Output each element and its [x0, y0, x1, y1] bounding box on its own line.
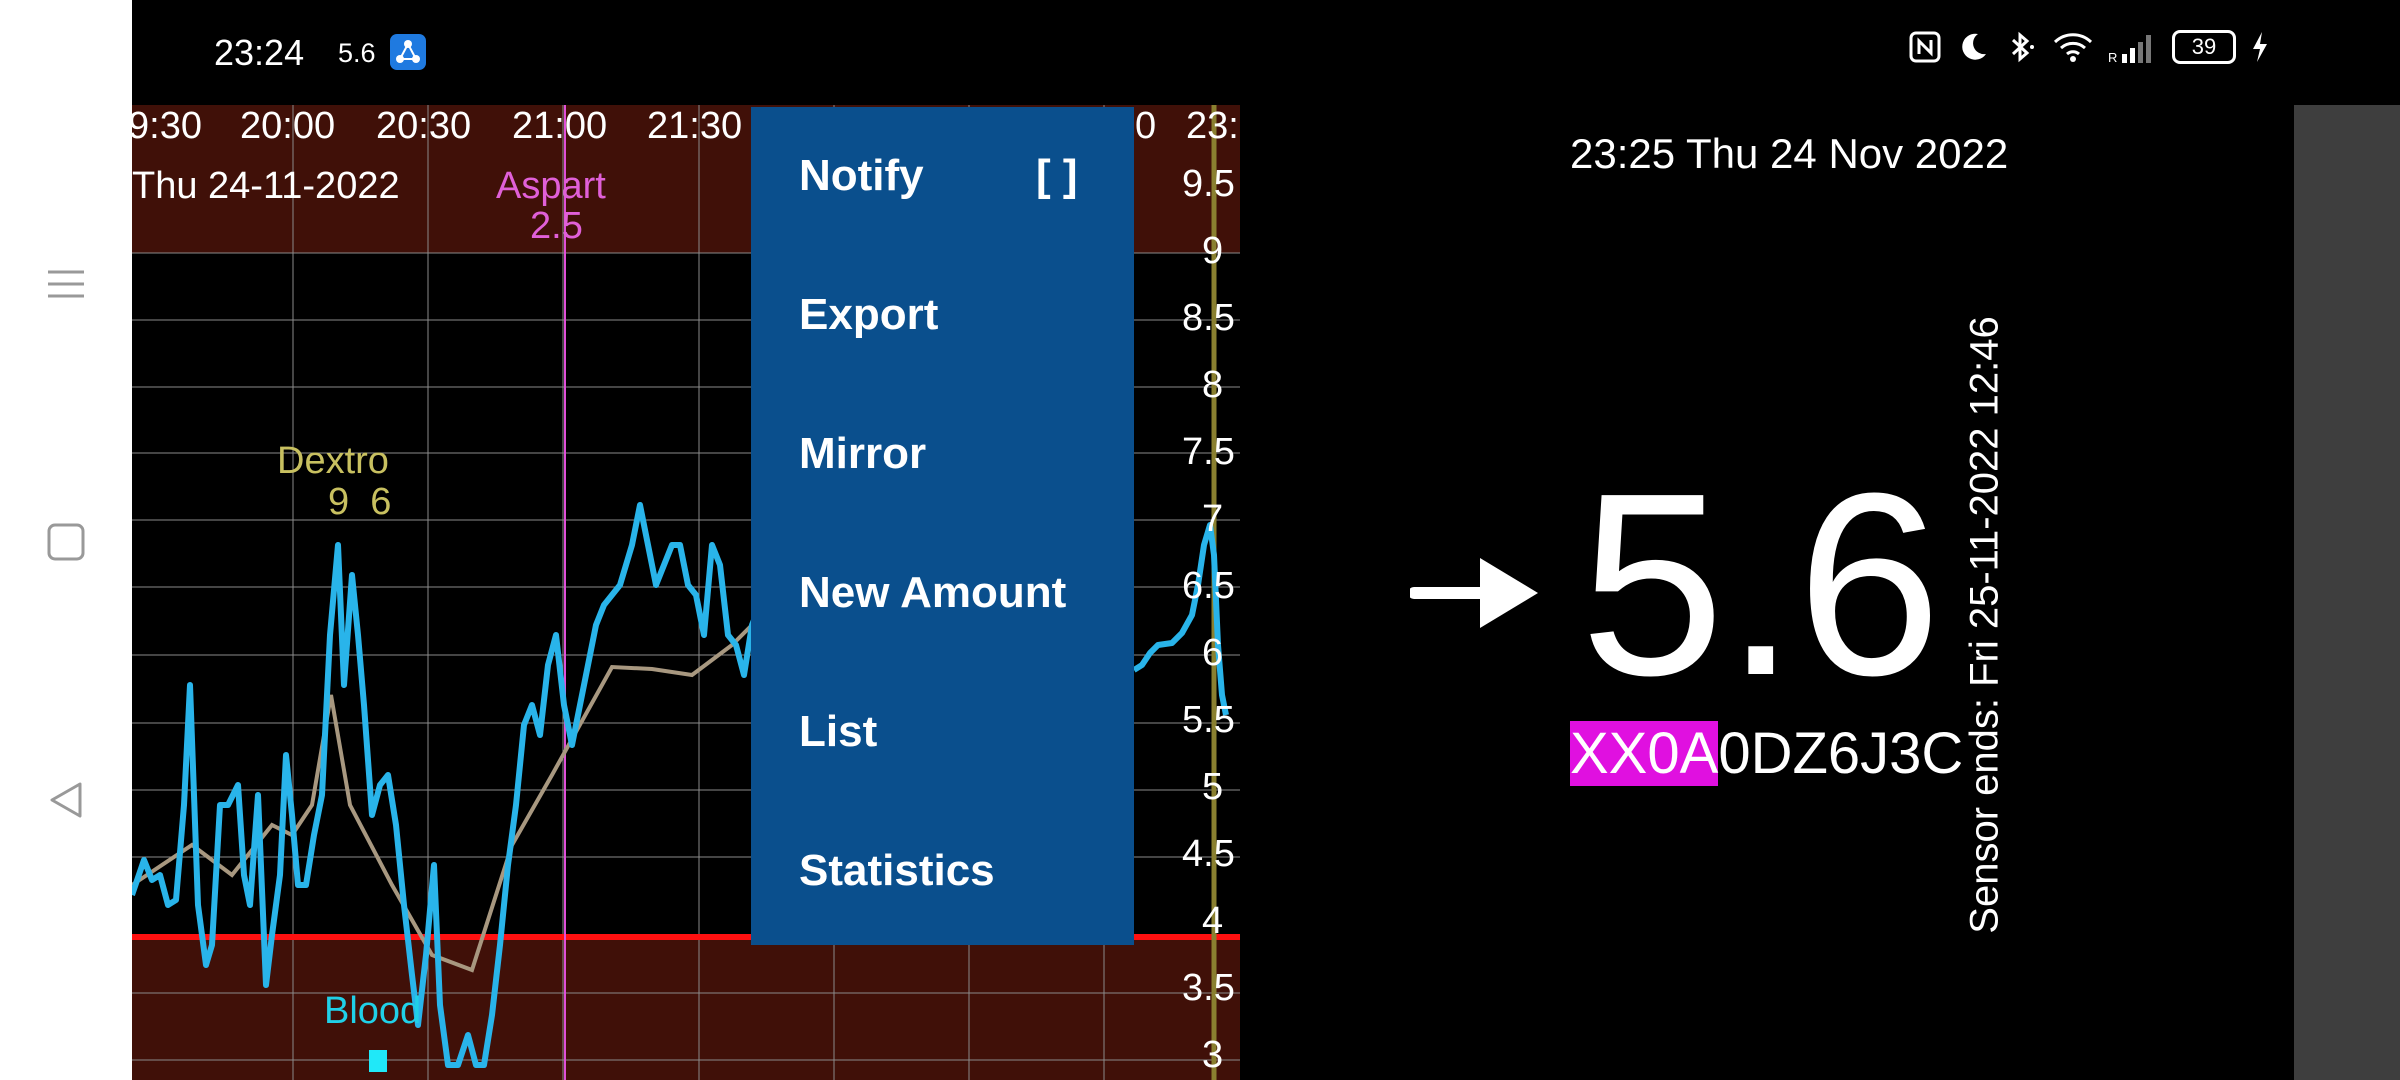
y-axis-label: 9 [1202, 230, 1224, 272]
menu-item-notify[interactable]: Notify [799, 151, 924, 201]
side-panel-bar[interactable] [2294, 105, 2400, 1080]
reading-datetime: 23:25 Thu 24 Nov 2022 [1570, 130, 2009, 177]
app-notification-icon [390, 34, 426, 70]
bluetooth-icon [2011, 31, 2034, 63]
blood-test-marker [369, 1050, 387, 1072]
signal-icon: R [2108, 35, 2151, 64]
moon-icon [1962, 33, 1986, 60]
navigation-bar [0, 0, 132, 1080]
low-range-band [132, 937, 1240, 1080]
nfc-icon [1909, 31, 1941, 63]
y-axis-label: 8 [1202, 364, 1224, 406]
home-square-icon[interactable] [40, 516, 92, 568]
sensor-serial-highlight: XX0A [1570, 721, 1719, 786]
menu-item-new-amount[interactable]: New Amount [799, 568, 1066, 618]
options-menu: Notify [ ] Export Mirror New Amount List… [751, 107, 1134, 945]
menu-item-label: List [799, 707, 878, 756]
time-label: 20:00 [240, 105, 336, 147]
time-label: 20:30 [376, 105, 472, 147]
aspart-value: 2.5 [530, 205, 583, 247]
menu-item-export[interactable]: Export [799, 290, 938, 340]
svg-text:R: R [2108, 50, 2117, 64]
time-label: 21:30 [647, 105, 743, 147]
time-label: 21:00 [512, 105, 608, 147]
sensor-ends-label: Sensor ends: Fri 25-11-2022 12:46 [1962, 316, 2007, 934]
status-bar: 23:24 5.6 R 39 [132, 0, 2400, 105]
status-icons: R 39 [1908, 30, 2270, 64]
dextro-values: 9 6 [328, 481, 392, 523]
graph-date-label: Thu 24-11-2022 [132, 165, 400, 207]
glucose-value: 5.6 [1580, 440, 1942, 730]
y-axis-label: 7 [1202, 498, 1224, 540]
y-axis-label: 5.5 [1182, 699, 1235, 741]
y-axis-label: 6 [1202, 632, 1224, 674]
menu-item-statistics[interactable]: Statistics [799, 846, 995, 896]
menu-icon[interactable] [40, 258, 92, 310]
menu-item-label: Notify [799, 151, 924, 200]
menu-item-label: New Amount [799, 568, 1067, 617]
blood-label: Blood [324, 990, 422, 1032]
sensor-serial: XX0A0DZ6J3C [1570, 720, 1963, 787]
back-triangle-icon[interactable] [40, 774, 92, 826]
y-axis-label: 3.5 [1182, 967, 1235, 1009]
menu-item-mirror[interactable]: Mirror [799, 429, 926, 479]
y-axis-label: 5 [1202, 766, 1224, 808]
status-time: 23:24 [214, 32, 305, 73]
current-reading-panel: 23:25 Thu 24 Nov 2022 5.6 XX0A0DZ6J3C [1240, 105, 2294, 1080]
charging-icon [2253, 32, 2267, 62]
y-axis-label: 6.5 [1182, 565, 1235, 607]
notify-checkbox[interactable]: [ ] [1036, 151, 1078, 201]
y-axis-label: 7.5 [1182, 431, 1235, 473]
y-axis-label: 8.5 [1182, 297, 1235, 339]
dextro-label: Dextro [277, 440, 389, 482]
time-label: 9:30 [132, 105, 202, 147]
status-glucose-indicator: 5.6 [338, 38, 376, 68]
aspart-label: Aspart [496, 165, 606, 207]
y-axis-label: 3 [1202, 1034, 1224, 1076]
trend-arrow-right-icon [1410, 558, 1538, 628]
sensor-serial-rest: 0DZ6J3C [1718, 721, 1964, 786]
time-label: 0 [1135, 105, 1157, 147]
battery-icon: 39 [2172, 30, 2236, 64]
menu-item-list[interactable]: List [799, 707, 877, 757]
menu-item-label: Export [799, 290, 939, 339]
menu-item-label: Statistics [799, 846, 995, 895]
y-axis-label: 4 [1202, 900, 1224, 942]
time-label: 23:30 [1186, 105, 1240, 147]
menu-item-label: Mirror [799, 429, 927, 478]
y-axis-label: 9.5 [1182, 163, 1235, 205]
wifi-icon [2053, 33, 2093, 62]
y-axis-label: 4.5 [1182, 833, 1235, 875]
